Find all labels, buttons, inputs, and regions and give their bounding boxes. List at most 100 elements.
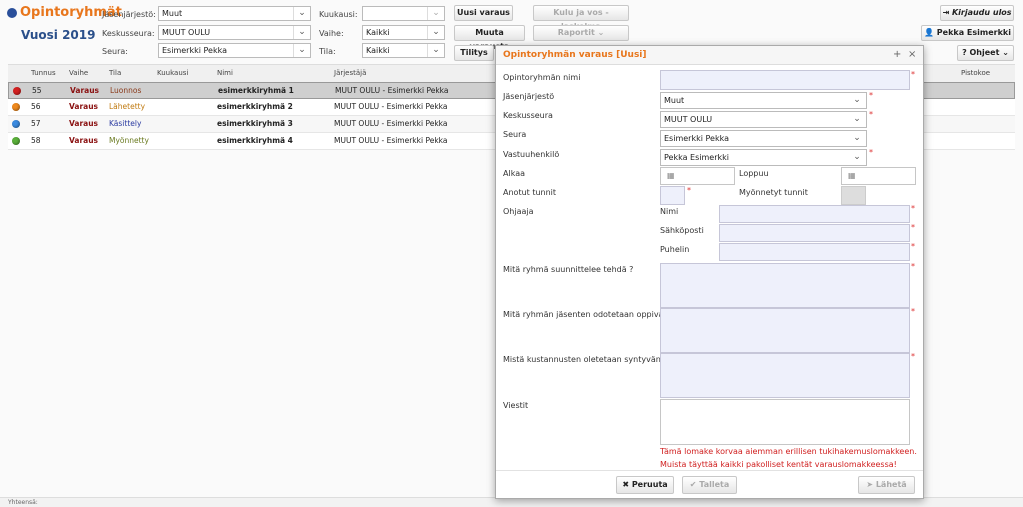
q2-label: Mitä ryhmän jäsenten odotetaan oppivan? [503, 310, 673, 319]
dialog-keskusseura-select[interactable]: MUUT OULU ⌄ [660, 111, 867, 128]
q3-textarea[interactable] [660, 353, 910, 398]
loppuu-label: Loppuu [739, 169, 769, 178]
kuukausi-select[interactable]: ⌄ [362, 6, 445, 21]
kuukausi-label: Kuukausi: [319, 10, 358, 19]
maximize-icon[interactable]: + [893, 49, 901, 60]
cell-vaihe: Varaus [69, 119, 99, 128]
myonnetyt-tunnit-input [841, 186, 866, 205]
cell-nimi: esimerkkiryhmä 4 [217, 136, 293, 145]
dialog-seura-select[interactable]: Esimerkki Pekka ⌄ [660, 130, 867, 147]
user-menu-button[interactable]: 👤 Pekka Esimerkki ⌄ [921, 25, 1014, 51]
puhelin-input[interactable] [719, 243, 910, 261]
status-dot-icon [12, 137, 20, 145]
required-marker: * [869, 148, 873, 157]
q2-textarea[interactable] [660, 308, 910, 353]
vaihe-select[interactable]: Kaikki ⌄ [362, 25, 445, 40]
chevron-down-icon: ⌄ [853, 114, 861, 124]
sahkoposti-label: Sähköposti [660, 226, 704, 235]
cell-tila: Käsittely [109, 119, 142, 128]
calendar-icon[interactable]: ▦ [667, 171, 675, 180]
chevron-down-icon: ⌄ [853, 95, 861, 105]
dialog-jasenjarjesto-select[interactable]: Muut ⌄ [660, 92, 867, 109]
puhelin-label: Puhelin [660, 245, 690, 254]
seura-value: Esimerkki Pekka [162, 46, 227, 55]
close-icon[interactable]: × [908, 49, 916, 60]
chevron-down-icon: ⌄ [1002, 48, 1009, 57]
col-header-tila[interactable]: Tila [109, 67, 121, 80]
required-marker: * [869, 91, 873, 100]
q1-label: Mitä ryhmä suunnittelee tehdä ? [503, 265, 634, 274]
keskusseura-select[interactable]: MUUT OULU ⌄ [158, 25, 311, 40]
notice-line-1: Tämä lomake korvaa aiemman erillisen tuk… [660, 447, 917, 456]
cell-jarjestaja: MUUT OULU - Esimerkki Pekka [335, 86, 449, 95]
required-marker: * [911, 307, 915, 316]
close-icon: ✖ [622, 480, 630, 489]
required-marker: * [911, 70, 915, 79]
tila-value: Kaikki [366, 46, 390, 55]
tila-label: Tila: [319, 47, 336, 56]
required-marker: * [869, 110, 873, 119]
required-marker: * [911, 352, 915, 361]
kirjaudu-ulos-label: Kirjaudu ulos [951, 8, 1012, 17]
required-marker: * [911, 204, 915, 213]
col-header-kuukausi[interactable]: Kuukausi [157, 67, 188, 80]
laheta-label: Lähetä [875, 480, 907, 489]
jasenjarjesto-value: Muut [162, 9, 183, 18]
seura-select[interactable]: Esimerkki Pekka ⌄ [158, 43, 311, 58]
tila-select[interactable]: Kaikki ⌄ [362, 43, 445, 58]
col-header-nimi[interactable]: Nimi [217, 67, 233, 80]
chevron-down-icon: ⌄ [293, 44, 310, 57]
viestit-textarea[interactable] [660, 399, 910, 445]
cell-tunnus: 57 [31, 119, 41, 128]
q3-label: Mistä kustannusten oletetaan syntyvän? [503, 355, 666, 364]
user-icon: 👤 [924, 28, 934, 37]
jasenjarjesto-label: Jäsenjärjestö: [102, 10, 156, 19]
vastuuhenkilo-label: Vastuuhenkilö [503, 150, 560, 159]
anotut-tunnit-input[interactable] [660, 186, 685, 205]
sahkoposti-input[interactable] [719, 224, 910, 242]
dialog-titlebar[interactable]: Opintoryhmän varaus [Uusi] + × [496, 46, 923, 65]
chevron-down-icon: ⌄ [427, 7, 444, 20]
vaihe-label: Vaihe: [319, 29, 344, 38]
year-title: Vuosi 2019 [21, 28, 96, 42]
ohjeet-label: Ohjeet [969, 48, 1000, 57]
col-header-pistokoe[interactable]: Pistokoe [961, 67, 990, 80]
cell-vaihe: Varaus [70, 86, 100, 95]
opintoryhman-nimi-input[interactable] [660, 70, 910, 90]
keskusseura-value: MUUT OULU [162, 28, 211, 37]
alkaa-date-input[interactable]: ▦ [660, 167, 735, 185]
kirjaudu-ulos-button[interactable]: ⇥ Kirjaudu ulos [940, 5, 1014, 21]
calendar-icon[interactable]: ▦ [848, 171, 856, 180]
status-dot-icon [12, 120, 20, 128]
jasenjarjesto-select[interactable]: Muut ⌄ [158, 6, 311, 21]
muuta-varausta-button[interactable]: Muuta varausta [454, 25, 525, 51]
chevron-down-icon: ⌄ [853, 133, 861, 143]
raportit-button[interactable]: Raportit ⌄ [533, 25, 629, 41]
uusi-varaus-button[interactable]: Uusi varaus [454, 5, 513, 21]
cell-jarjestaja: MUUT OULU - Esimerkki Pekka [334, 119, 448, 128]
kulu-laskelma-button[interactable]: Kulu ja vos -laskelma [533, 5, 629, 31]
user-name: Pekka Esimerkki [936, 28, 1011, 37]
q1-textarea[interactable] [660, 263, 910, 308]
cell-nimi: esimerkkiryhmä 2 [217, 102, 293, 111]
dialog-vastuuhenkilo-value: Pekka Esimerkki [664, 153, 729, 162]
loppuu-date-input[interactable]: ▦ [841, 167, 916, 185]
peruuta-label: Peruuta [631, 480, 668, 489]
peruuta-button[interactable]: ✖ Peruuta [616, 476, 674, 494]
opintoryhman-nimi-label: Opintoryhmän nimi [503, 73, 581, 82]
ohjaaja-nimi-input[interactable] [719, 205, 910, 223]
chevron-down-icon: ⌄ [427, 44, 444, 57]
required-marker: * [911, 262, 915, 271]
laheta-button[interactable]: ➤ Lähetä [858, 476, 915, 494]
required-marker: * [911, 223, 915, 232]
chevron-down-icon: ⌄ [293, 26, 310, 39]
col-header-jarjestaja[interactable]: Järjestäjä [334, 67, 366, 80]
seura-label: Seura: [102, 47, 128, 56]
tilitys-button[interactable]: Tilitys [454, 45, 494, 61]
required-marker: * [911, 242, 915, 251]
ohjeet-button[interactable]: ? Ohjeet ⌄ [957, 45, 1014, 61]
col-header-vaihe[interactable]: Vaihe [69, 67, 88, 80]
talleta-button[interactable]: ✔ Talleta [682, 476, 737, 494]
col-header-tunnus[interactable]: Tunnus [31, 67, 56, 80]
dialog-vastuuhenkilo-select[interactable]: Pekka Esimerkki ⌄ [660, 149, 867, 166]
